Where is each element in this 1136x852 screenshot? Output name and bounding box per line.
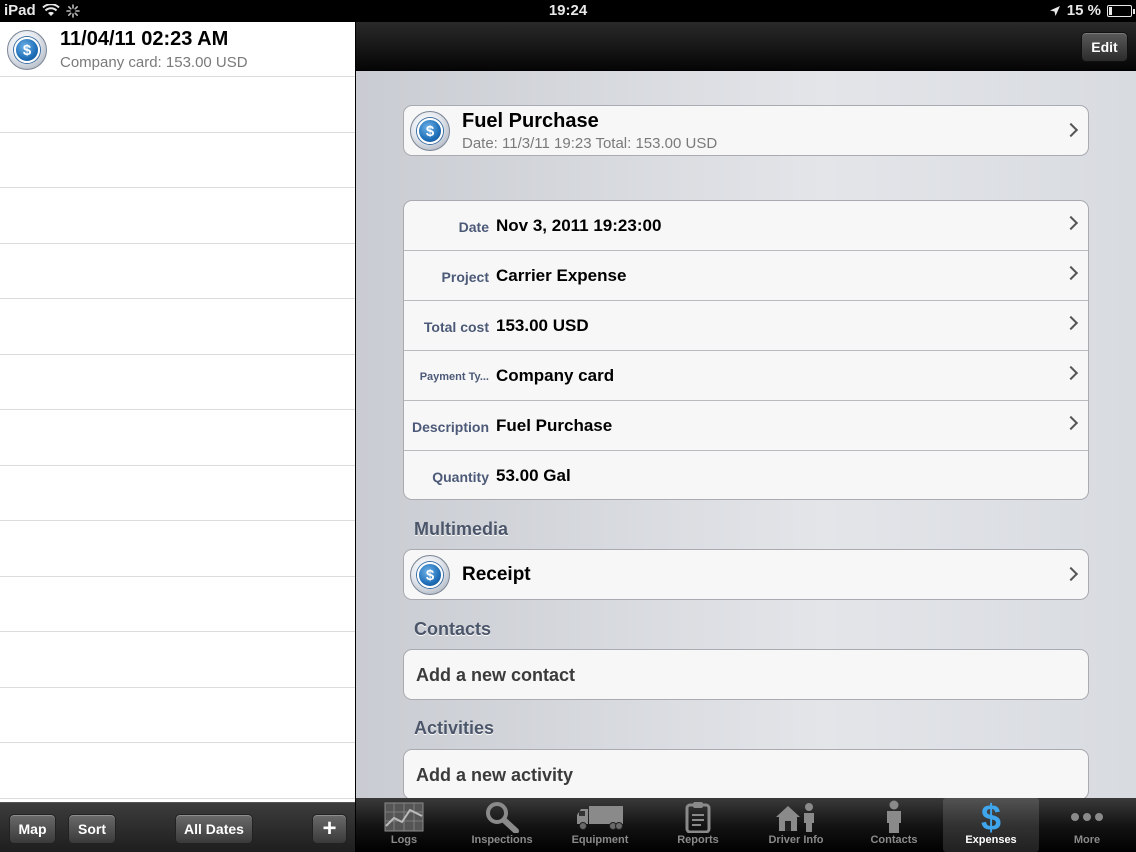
tab-label: Inspections bbox=[471, 834, 533, 846]
person-icon bbox=[884, 798, 904, 836]
location-arrow-icon bbox=[1049, 5, 1060, 16]
add-contact-label: Add a new contact bbox=[416, 665, 576, 685]
expense-summary: Date: 11/3/11 19:23 Total: 153.00 USD bbox=[462, 135, 718, 152]
tab-inspections[interactable]: Inspections bbox=[454, 798, 550, 852]
dollar-coin-icon: $ bbox=[410, 555, 450, 595]
dollar-coin-icon: $ bbox=[410, 111, 450, 151]
field-label: Total cost bbox=[423, 319, 489, 335]
payment-type-field[interactable]: Payment Ty... Company card bbox=[404, 351, 1088, 401]
tab-logs[interactable]: Logs bbox=[356, 798, 452, 852]
tab-label: Logs bbox=[390, 834, 418, 846]
status-bar: iPad 19:24 15 % bbox=[0, 0, 1136, 22]
tab-driver-info[interactable]: Driver Info bbox=[748, 798, 844, 852]
receipt-item[interactable]: $ Receipt bbox=[403, 549, 1089, 600]
clock: 19:24 bbox=[548, 2, 588, 19]
empty-row bbox=[0, 688, 355, 743]
tab-label: Driver Info bbox=[768, 834, 824, 846]
receipt-label: Receipt bbox=[462, 564, 531, 585]
empty-row bbox=[0, 355, 355, 410]
field-label: Date bbox=[458, 219, 489, 235]
field-value: Nov 3, 2011 19:23:00 bbox=[496, 216, 662, 235]
truck-icon bbox=[575, 798, 625, 836]
tab-label: Expenses bbox=[965, 834, 1017, 846]
add-activity-cell[interactable]: Add a new activity bbox=[403, 749, 1089, 798]
chevron-right-icon bbox=[1063, 265, 1079, 281]
field-value: Carrier Expense bbox=[496, 266, 627, 285]
expense-detail: Edit $ Fuel Purchase Date: 11/3/11 19:23… bbox=[356, 22, 1136, 798]
empty-row bbox=[0, 299, 355, 355]
add-expense-button[interactable]: + bbox=[312, 814, 347, 844]
tab-expenses[interactable]: $ Expenses bbox=[943, 798, 1039, 852]
activities-section-title: Activities bbox=[414, 718, 495, 738]
dollar-icon: $ bbox=[977, 798, 1005, 836]
house-person-icon bbox=[774, 798, 818, 836]
chevron-right-icon bbox=[1063, 122, 1079, 138]
description-field[interactable]: Description Fuel Purchase bbox=[404, 401, 1088, 451]
all-dates-button[interactable]: All Dates bbox=[175, 814, 253, 844]
tab-reports[interactable]: Reports bbox=[650, 798, 746, 852]
empty-row bbox=[0, 188, 355, 244]
date-field[interactable]: Date Nov 3, 2011 19:23:00 bbox=[404, 201, 1088, 251]
tab-label: Contacts bbox=[870, 834, 918, 846]
empty-row bbox=[0, 133, 355, 188]
list-item-subtitle: Company card: 153.00 USD bbox=[60, 54, 248, 71]
battery-percent: 15 % bbox=[1066, 2, 1101, 19]
field-value: 153.00 USD bbox=[496, 316, 589, 335]
magnifier-icon bbox=[484, 798, 520, 836]
total-cost-field[interactable]: Total cost 153.00 USD bbox=[404, 301, 1088, 351]
chart-icon bbox=[384, 798, 424, 836]
tab-label: Reports bbox=[677, 834, 719, 846]
field-label: Quantity bbox=[432, 469, 489, 485]
expense-header-card[interactable]: $ Fuel Purchase Date: 11/3/11 19:23 Tota… bbox=[403, 105, 1089, 156]
expense-fields: Date Nov 3, 2011 19:23:00 Project Carrie… bbox=[403, 200, 1089, 500]
tab-label: More bbox=[1073, 834, 1101, 846]
tab-label: Equipment bbox=[571, 834, 629, 846]
edit-button[interactable]: Edit bbox=[1081, 32, 1128, 62]
list-toolbar: Map Sort All Dates + bbox=[0, 802, 355, 852]
field-value: Fuel Purchase bbox=[496, 416, 613, 435]
empty-row bbox=[0, 410, 355, 466]
detail-navbar: Edit bbox=[356, 22, 1136, 71]
field-label: Payment Ty... bbox=[419, 371, 489, 383]
chevron-right-icon bbox=[1063, 566, 1079, 582]
empty-row bbox=[0, 77, 355, 133]
chevron-right-icon bbox=[1063, 415, 1079, 431]
sort-button[interactable]: Sort bbox=[68, 814, 116, 844]
empty-row bbox=[0, 577, 355, 632]
add-activity-label: Add a new activity bbox=[416, 765, 574, 785]
chevron-right-icon bbox=[1063, 315, 1079, 331]
tab-equipment[interactable]: Equipment bbox=[552, 798, 648, 852]
field-label: Project bbox=[441, 269, 489, 285]
empty-row bbox=[0, 244, 355, 299]
field-value: Company card bbox=[496, 366, 615, 385]
ellipsis-icon bbox=[1069, 798, 1105, 836]
field-value: 53.00 Gal bbox=[496, 466, 571, 485]
quantity-field[interactable]: Quantity 53.00 Gal bbox=[404, 451, 1088, 499]
empty-row bbox=[0, 521, 355, 577]
map-button[interactable]: Map bbox=[9, 814, 56, 844]
dollar-coin-icon: $ bbox=[7, 30, 47, 70]
project-field[interactable]: Project Carrier Expense bbox=[404, 251, 1088, 301]
clipboard-icon bbox=[685, 798, 711, 836]
tab-bar: Logs Inspections Equipment Reports Drive… bbox=[356, 798, 1136, 852]
expense-title: Fuel Purchase bbox=[462, 110, 599, 132]
empty-row bbox=[0, 743, 355, 799]
empty-row bbox=[0, 466, 355, 521]
list-item[interactable]: $ 11/04/11 02:23 AM Company card: 153.00… bbox=[0, 22, 355, 77]
battery-icon bbox=[1107, 4, 1135, 17]
tab-contacts[interactable]: Contacts bbox=[846, 798, 942, 852]
multimedia-section-title: Multimedia bbox=[414, 519, 509, 539]
contacts-section-title: Contacts bbox=[414, 619, 492, 639]
expense-list: $ 11/04/11 02:23 AM Company card: 153.00… bbox=[0, 22, 355, 802]
empty-row bbox=[0, 632, 355, 688]
list-item-title: 11/04/11 02:23 AM bbox=[60, 28, 229, 50]
field-label: Description bbox=[411, 419, 489, 435]
chevron-right-icon bbox=[1063, 215, 1079, 231]
tab-more[interactable]: More bbox=[1039, 798, 1135, 852]
svg-text:$: $ bbox=[981, 799, 1001, 835]
chevron-right-icon bbox=[1063, 365, 1079, 381]
add-contact-cell[interactable]: Add a new contact bbox=[403, 649, 1089, 700]
